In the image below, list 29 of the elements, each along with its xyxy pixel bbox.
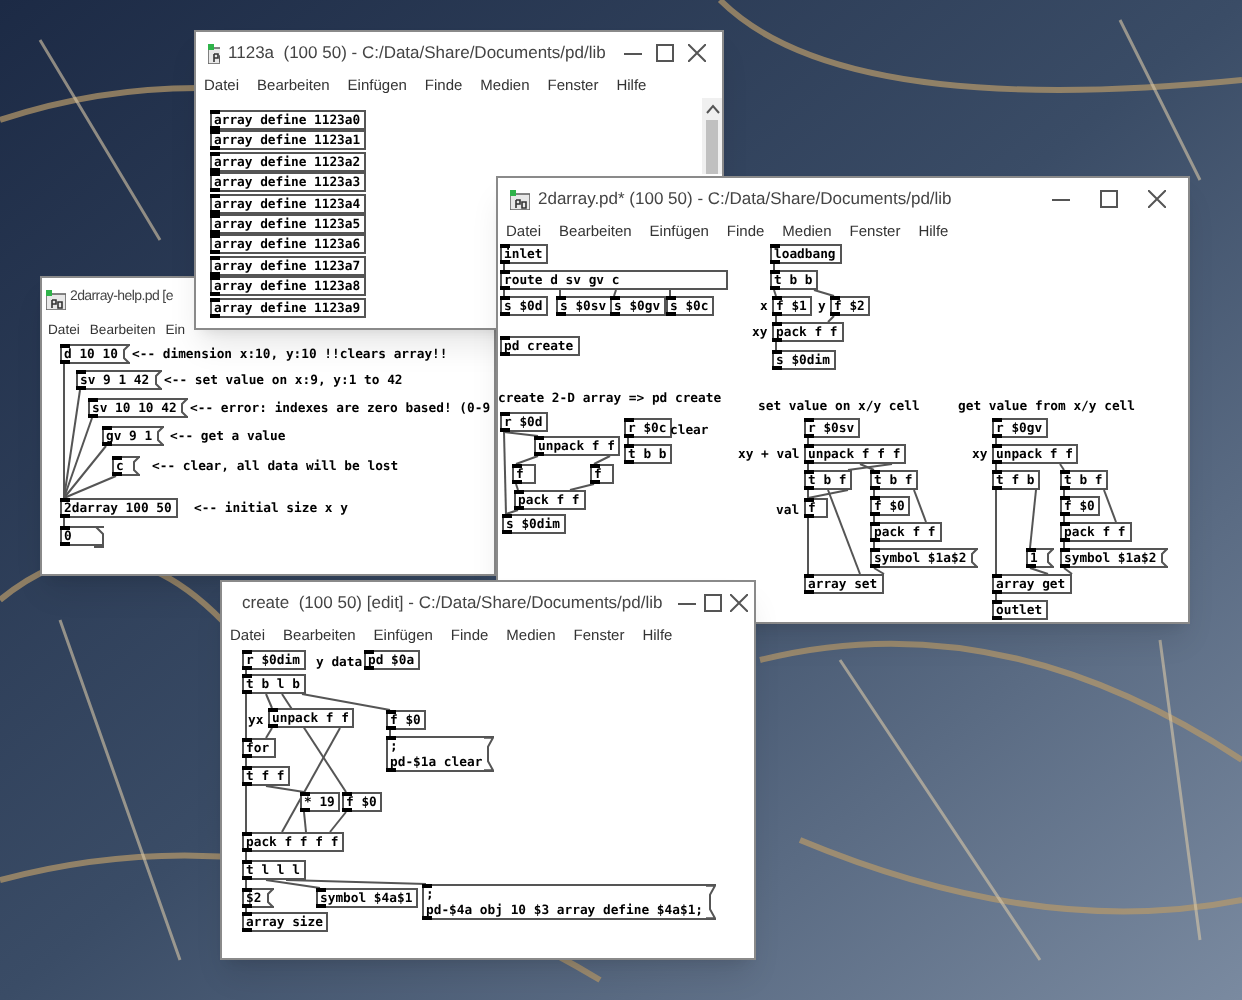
patch-cord (1029, 489, 1037, 549)
patch-cord (1059, 463, 1065, 471)
patch-cord (813, 289, 835, 297)
patch-cord (1103, 489, 1117, 523)
close-icon (1147, 190, 1165, 208)
window-title: create (100 50) [edit] - C:/Data/Share/Documents/pd/lib (242, 590, 663, 616)
window-title: 2darray.pd* (100 50) - C:/Data/Share/Documents/pd/lib (538, 186, 952, 212)
patch-cord (515, 455, 539, 465)
close-button[interactable] (685, 39, 710, 67)
app-icon (510, 189, 530, 209)
vertical-scrollbar[interactable] (702, 98, 722, 174)
window-title: 1123a (100 50) - C:/Data/Share/Documents/pd/lib (228, 40, 606, 66)
close-icon (730, 594, 749, 612)
app-icon (208, 43, 221, 63)
maximize-button[interactable] (704, 589, 723, 617)
maximize-icon (656, 44, 675, 62)
patch-cord (265, 693, 273, 709)
patch-cord (1063, 567, 1073, 575)
patch-cord (827, 315, 835, 323)
close-icon (688, 44, 707, 62)
app-icon (46, 289, 66, 309)
maximize-icon (1099, 190, 1117, 208)
maximize-button[interactable] (653, 39, 678, 67)
scrollbar-thumb[interactable] (706, 120, 718, 174)
patch-cord (569, 483, 595, 491)
close-button[interactable] (730, 589, 749, 617)
patch-cord (265, 727, 273, 739)
maximize-icon (704, 594, 723, 612)
patch-cord (913, 489, 927, 523)
